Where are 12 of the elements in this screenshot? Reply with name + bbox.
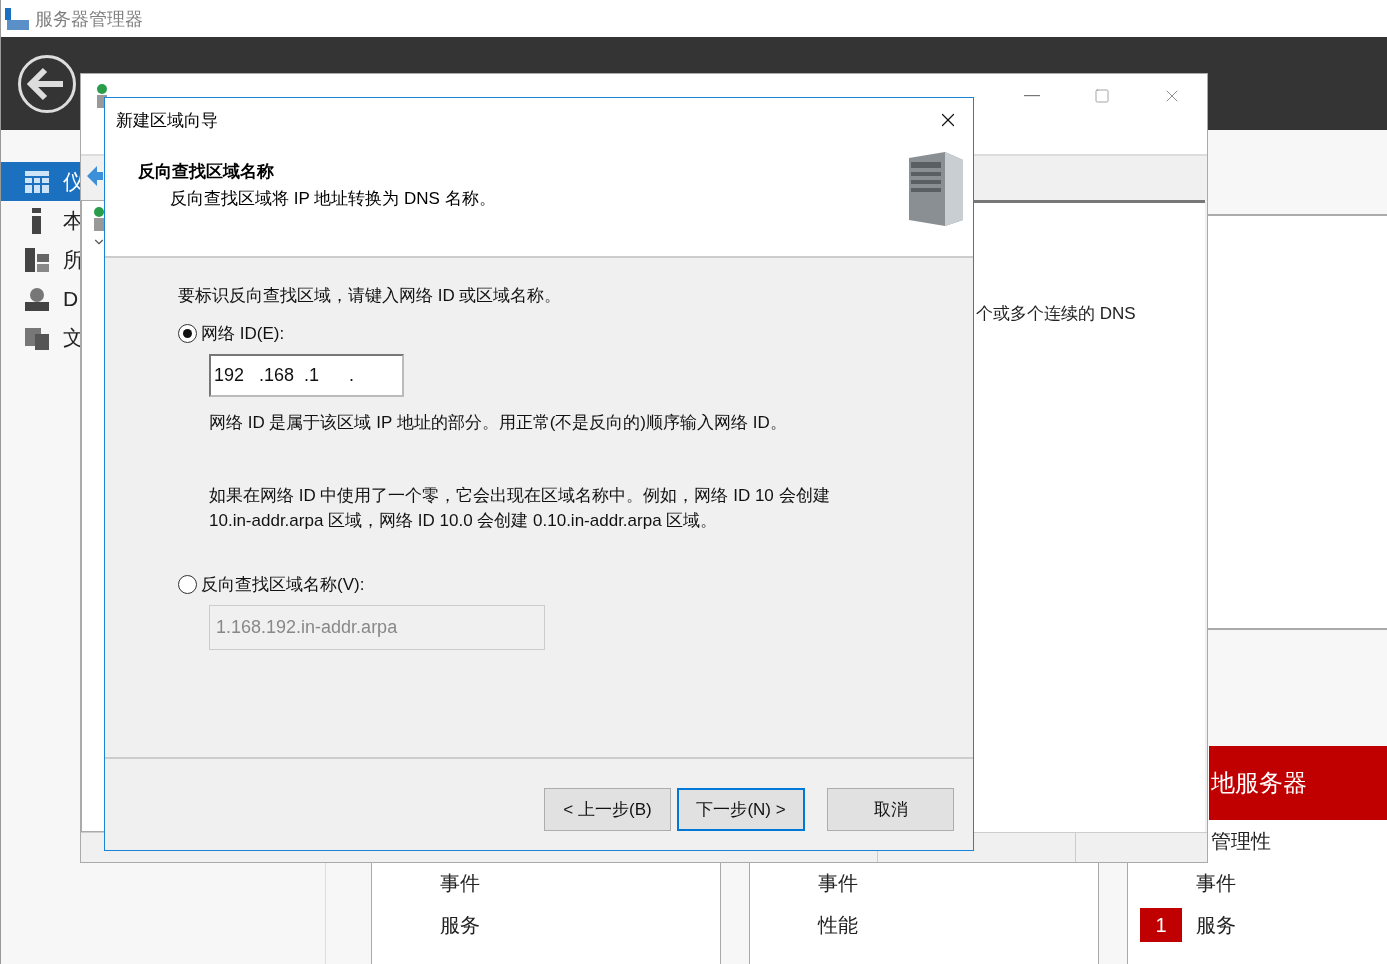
- dialog-title: 新建区域向导: [116, 109, 218, 132]
- page-heading: 反向查找区域名称: [138, 161, 275, 183]
- note-text: 如果在网络 ID 中使用了一个零，它会出现在区域名称中。例如，网络 ID 10 会创建: [209, 485, 830, 507]
- option-label: 网络 ID(E):: [201, 323, 285, 345]
- instruction-text: 要标识反向查找区域，请键入网络 ID 或区域名称。: [178, 285, 562, 307]
- count-badge: 1: [1140, 908, 1182, 942]
- help-text: 网络 ID 是属于该区域 IP 地址的部分。用正常(不是反向的)顺序输入网络 ID。: [209, 412, 787, 434]
- page-subtitle: 反向查找区域将 IP 地址转换为 DNS 名称。: [169, 188, 496, 210]
- note-text: 10.in-addr.arpa 区域，网络 ID 10.0 会创建 0.10.in-addr.arpa 区域。: [209, 510, 718, 532]
- app-title: 服务器管理器: [35, 7, 143, 31]
- option-label: 反向查找区域名称(V):: [201, 574, 365, 596]
- description-text: 个或多个连续的 DNS: [976, 304, 1136, 323]
